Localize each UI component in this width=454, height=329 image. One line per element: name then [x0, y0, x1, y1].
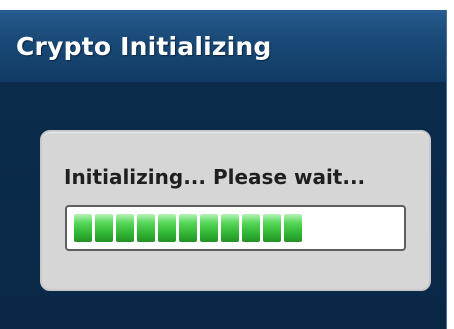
window-title: Crypto Initializing [16, 32, 272, 61]
progress-segment [242, 214, 260, 242]
progress-segment [263, 214, 281, 242]
progress-segment [284, 214, 302, 242]
status-panel: Initializing... Please wait... [40, 130, 431, 291]
progress-segment [179, 214, 197, 242]
title-bar[interactable]: Crypto Initializing [0, 10, 446, 82]
progress-segment [158, 214, 176, 242]
progress-segment [200, 214, 218, 242]
progress-segment [74, 214, 92, 242]
progress-segment [116, 214, 134, 242]
progress-segment [137, 214, 155, 242]
progress-segment [221, 214, 239, 242]
dialog-body: Crypto Initializing Initializing... Plea… [0, 10, 447, 329]
crypto-initializing-window: Crypto Initializing Initializing... Plea… [0, 0, 454, 329]
progress-bar [65, 205, 406, 251]
status-message: Initializing... Please wait... [64, 165, 366, 189]
progress-segment [95, 214, 113, 242]
